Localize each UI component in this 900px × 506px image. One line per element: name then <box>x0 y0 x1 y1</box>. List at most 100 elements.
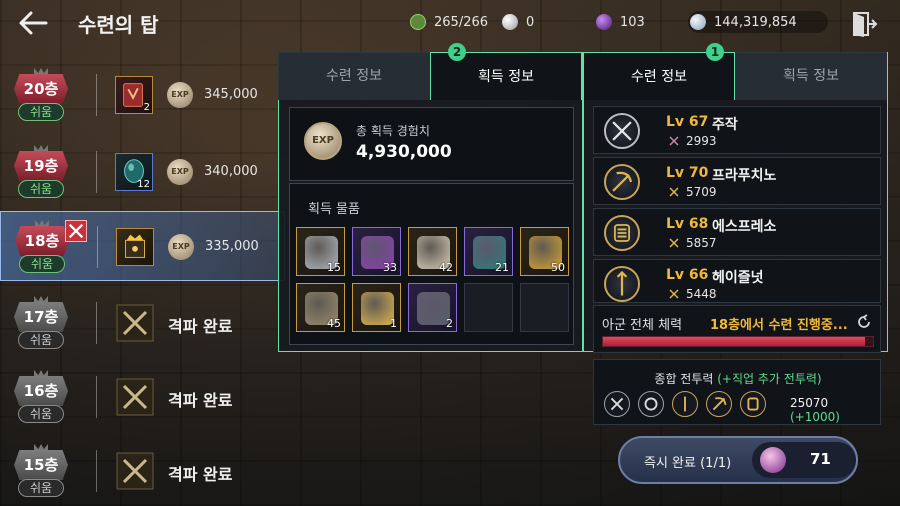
reward-item-gem[interactable]: 12 <box>115 153 153 191</box>
complete-cost-value: 71 <box>810 450 831 468</box>
gauntlet-icon <box>604 215 640 251</box>
loot-count: 15 <box>327 261 341 274</box>
instant-complete-label: 즉시 완료 (1/1) <box>644 456 732 471</box>
combat-power-label: 종합 전투력 <box>654 372 714 386</box>
exp-coin-icon: EXP <box>168 234 194 260</box>
divider <box>96 376 97 418</box>
combat-power-value: 25070 <box>790 396 829 410</box>
loot-count: 1 <box>390 317 397 330</box>
loot-count: 21 <box>495 261 509 274</box>
hero-row[interactable]: Lv 70 프라푸치노 5709 <box>593 157 881 205</box>
total-exp-box: EXP 총 획득 경험치 4,930,000 <box>289 107 574 181</box>
loot-slot[interactable]: 15 <box>296 227 345 276</box>
reward-item-book[interactable]: 2 <box>115 76 153 114</box>
difficulty-label: 쉬움 <box>18 103 64 121</box>
power-icon <box>669 289 679 299</box>
total-exp-value: 4,930,000 <box>356 142 452 162</box>
loot-slot[interactable]: 42 <box>408 227 457 276</box>
mid-tab-bar: 수련 정보 획득 정보 <box>278 52 582 100</box>
loot-count: 45 <box>327 317 341 330</box>
loot-slot[interactable]: 45 <box>296 283 345 332</box>
loot-label: 획득 물품 <box>308 202 360 217</box>
tab-acquisition-info[interactable]: 획득 정보 <box>735 52 887 100</box>
floor-badge: 17층 쉬움 <box>12 296 70 352</box>
difficulty-label: 쉬움 <box>18 405 64 423</box>
clear-status: 격파 완료 <box>168 465 233 484</box>
tab-training-info[interactable]: 수련 정보 <box>278 52 430 100</box>
purple-gem-counter: 103 <box>596 11 645 33</box>
back-arrow-icon[interactable] <box>16 8 50 38</box>
treasure-box-icon <box>125 234 145 258</box>
floor-row-18-selected[interactable]: 18층 쉬움 EXP 335,000 <box>0 211 285 281</box>
floor-row-17[interactable]: 17층 쉬움 격파 완료 <box>0 288 285 358</box>
hero-row[interactable]: Lv 67 주작 2993 <box>593 106 881 154</box>
clear-status: 격파 완료 <box>168 391 233 410</box>
crossed-blades-icon <box>604 391 630 417</box>
page-title: 수련의 탑 <box>78 13 159 37</box>
ticket-icon <box>760 447 786 473</box>
exp-value: 345,000 <box>204 87 258 102</box>
exp-coin-icon: EXP <box>304 122 342 160</box>
training-status: 18층에서 수련 진행중... <box>710 318 848 333</box>
difficulty-label: 쉬움 <box>19 255 65 273</box>
total-exp-label: 총 획득 경험치 <box>356 124 430 138</box>
team-hp-fill <box>603 337 865 346</box>
loot-slot[interactable]: 21 <box>464 227 513 276</box>
refresh-icon[interactable] <box>856 314 872 330</box>
combat-power-box: 종합 전투력 (+직업 추가 전투력) 25070 (+1000) <box>593 359 881 425</box>
defeated-swords-icon <box>116 452 154 490</box>
empty-loot-slot <box>464 283 513 332</box>
divider <box>96 74 97 116</box>
silver-coin-icon <box>690 14 706 30</box>
silver-counter: 144,319,854 <box>688 11 828 33</box>
dagger-icon <box>672 391 698 417</box>
scythe-icon <box>604 164 640 200</box>
exp-value: 335,000 <box>205 239 259 254</box>
difficulty-label: 쉬움 <box>18 331 64 349</box>
chain-blade-icon <box>638 391 664 417</box>
instant-complete-button[interactable]: 즉시 완료 (1/1) 71 <box>618 436 858 484</box>
stamina-icon <box>410 14 426 30</box>
floor-badge: 18층 쉬움 <box>13 220 71 276</box>
loot-slot[interactable]: 33 <box>352 227 401 276</box>
floor-badge: 20층 쉬움 <box>12 68 70 124</box>
reward-item-chest[interactable] <box>116 228 154 266</box>
exp-value: 340,000 <box>204 164 258 179</box>
floor-badge: 15층 쉬움 <box>12 444 70 500</box>
loot-slot[interactable]: 1 <box>352 283 401 332</box>
empty-loot-slot <box>520 283 569 332</box>
pearl-counter: 0 <box>502 11 534 33</box>
top-bar: 수련의 탑 265/266 0 103 144,319,854 <box>0 0 900 44</box>
divider <box>96 302 97 344</box>
step-marker: 2 <box>448 43 466 61</box>
floor-row-19[interactable]: 19층 쉬움 12 EXP 340,000 <box>0 137 285 207</box>
loot-slot[interactable]: 50 <box>520 227 569 276</box>
floor-row-20[interactable]: 20층 쉬움 2 EXP 345,000 <box>0 60 285 130</box>
hero-row[interactable]: Lv 66 헤이즐넛 5448 <box>593 259 881 303</box>
hero-row[interactable]: Lv 68 에스프레소 5857 <box>593 208 881 256</box>
class-bonus-label: (+직업 추가 전투력) <box>717 372 822 386</box>
floor-row-16[interactable]: 16층 쉬움 격파 완료 <box>0 362 285 432</box>
defeated-swords-icon <box>116 304 154 342</box>
crossed-swords-icon <box>65 220 87 242</box>
loot-count: 50 <box>551 261 565 274</box>
exp-coin-icon: EXP <box>167 82 193 108</box>
loot-slot[interactable]: 2 <box>408 283 457 332</box>
pearl-icon <box>502 14 518 30</box>
team-hp-bar <box>602 336 874 347</box>
exp-coin-icon: EXP <box>167 159 193 185</box>
floor-row-15[interactable]: 15층 쉬움 격파 완료 <box>0 436 285 506</box>
exit-door-icon[interactable] <box>850 10 878 38</box>
difficulty-label: 쉬움 <box>18 180 64 198</box>
stamina-counter: 265/266 <box>410 11 488 33</box>
purple-gem-icon <box>596 14 612 30</box>
scythe-icon <box>706 391 732 417</box>
spear-icon <box>604 266 640 302</box>
power-icon <box>669 136 679 146</box>
step-marker: 1 <box>706 43 724 61</box>
crossed-blades-icon <box>604 113 640 149</box>
loot-count: 42 <box>439 261 453 274</box>
divider <box>96 151 97 193</box>
team-hp-label: 아군 전체 체력 <box>602 318 683 333</box>
gauntlet-icon <box>740 391 766 417</box>
